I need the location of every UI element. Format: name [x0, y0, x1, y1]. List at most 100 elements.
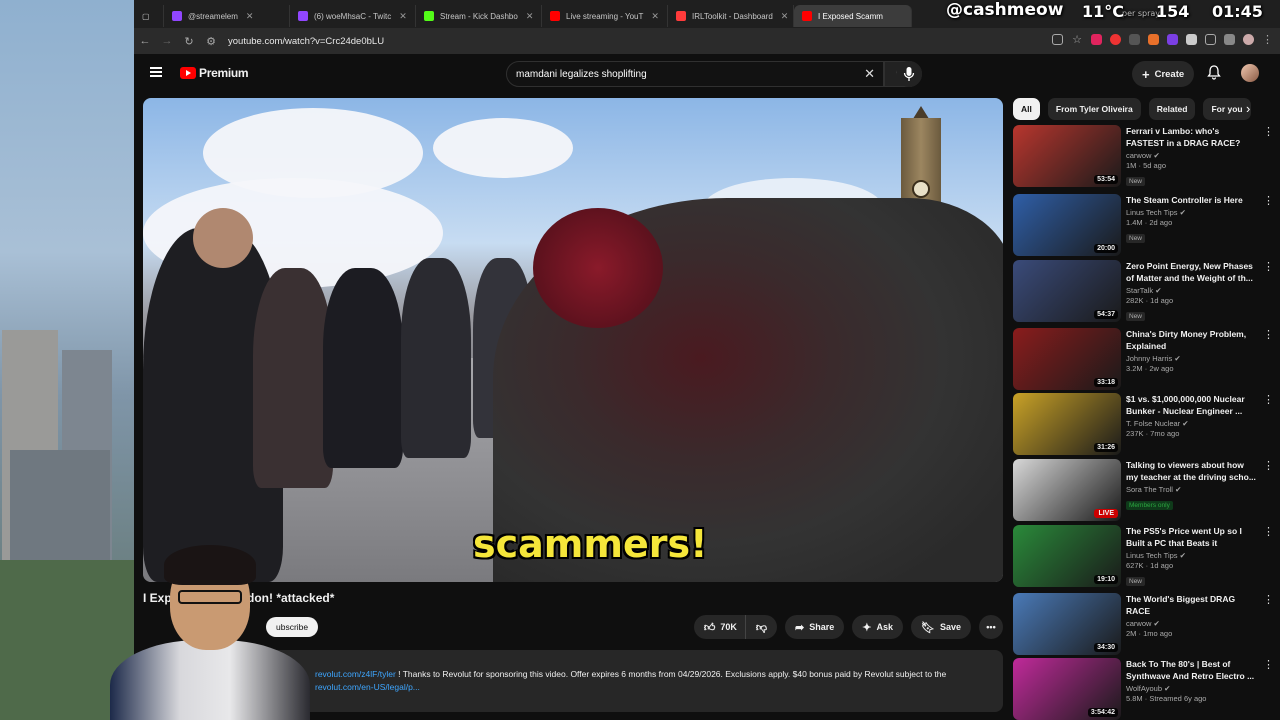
recommendation-title[interactable]: The PS5's Price went Up so I Built a PC … [1126, 525, 1257, 549]
reload-icon[interactable]: ↻ [178, 35, 200, 48]
tab-favicon [676, 11, 686, 21]
close-icon[interactable]: ✕ [651, 11, 659, 22]
more-vertical-icon[interactable]: ⋮ [1263, 658, 1274, 671]
close-icon[interactable]: ✕ [399, 11, 407, 22]
browser-tab[interactable]: (6) woeMhsaC - Twitc ✕ [290, 5, 416, 27]
recommendation-item[interactable]: LIVE Talking to viewers about how my teac… [1013, 459, 1280, 521]
puzzle-icon[interactable] [1205, 34, 1216, 45]
url-field[interactable]: youtube.com/watch?v=Crc24de0bLU [228, 36, 384, 47]
browser-tab[interactable]: @streamelem ✕ [164, 5, 290, 27]
recommendation-item[interactable]: 54:37 Zero Point Energy, New Phases of Ma… [1013, 260, 1280, 322]
more-vertical-icon[interactable]: ⋮ [1263, 194, 1274, 207]
channel-name[interactable]: Linus Tech Tips ✔︎ [1126, 208, 1257, 217]
save-button[interactable]: 🔖︎ Save [911, 615, 971, 639]
video-thumbnail[interactable]: 54:37 [1013, 260, 1121, 322]
more-vertical-icon[interactable]: ⋮ [1263, 525, 1274, 538]
recommendation-item[interactable]: 19:10 The PS5's Price went Up so I Built … [1013, 525, 1280, 587]
channel-name[interactable]: StarTalk ✔︎ [1126, 286, 1257, 295]
video-scene [193, 208, 253, 268]
recommendation-title[interactable]: $1 vs. $1,000,000,000 Nuclear Bunker - N… [1126, 393, 1257, 417]
tab-search-icon[interactable]: ▢ [134, 5, 164, 27]
search-input[interactable]: mamdani legalizes shoplifting ✕ [506, 61, 884, 87]
recommendation-item[interactable]: 3:54:42 Back To The 80's | Best of Synthw… [1013, 658, 1280, 720]
browser-tab[interactable]: IRLToolkit - Dashboard ✕ [668, 5, 794, 27]
more-vertical-icon[interactable]: ⋮ [1262, 33, 1273, 46]
video-thumbnail[interactable]: 34:30 [1013, 593, 1121, 655]
stream-handle: @cashmeow [946, 0, 1064, 20]
profile-icon[interactable] [1243, 34, 1254, 45]
channel-name[interactable]: Johnny Harris ✔︎ [1126, 354, 1257, 363]
video-thumbnail[interactable]: 3:54:42 [1013, 658, 1121, 720]
extension-icon[interactable] [1091, 34, 1102, 45]
youtube-premium-logo[interactable]: Premium [180, 66, 249, 80]
video-thumbnail[interactable]: 19:10 [1013, 525, 1121, 587]
browser-tab[interactable]: Stream - Kick Dashbo ✕ [416, 5, 542, 27]
back-icon[interactable]: ← [134, 35, 156, 47]
notifications-bell-icon[interactable] [1207, 65, 1221, 83]
close-icon[interactable]: ✕ [526, 11, 534, 22]
recommendation-title[interactable]: Back To The 80's | Best of Synthwave And… [1126, 658, 1257, 682]
extension-icon[interactable] [1129, 34, 1140, 45]
recommendation-title[interactable]: Talking to viewers about how my teacher … [1126, 459, 1257, 483]
channel-name[interactable]: Linus Tech Tips ✔︎ [1126, 551, 1257, 560]
video-player[interactable]: scammers! [143, 98, 1003, 582]
channel-name[interactable]: WolfAyoub ✔︎ [1126, 684, 1257, 693]
more-vertical-icon[interactable]: ⋮ [1263, 393, 1274, 406]
dislike-button[interactable]: 👎︎ [744, 615, 778, 639]
browser-tab[interactable]: Live streaming - YouT ✕ [542, 5, 668, 27]
extension-icon[interactable] [1186, 34, 1197, 45]
video-thumbnail[interactable]: 31:26 [1013, 393, 1121, 455]
install-icon[interactable] [1052, 34, 1063, 45]
clear-search-icon[interactable]: ✕ [864, 66, 875, 82]
voice-search-button[interactable] [896, 61, 922, 87]
media-control-icon[interactable] [1224, 34, 1235, 45]
chip-from-channel[interactable]: From Tyler Oliveira [1047, 98, 1141, 120]
recommendation-item[interactable]: 53:54 Ferrari v Lambo: who's FASTEST in a… [1013, 125, 1280, 187]
create-button[interactable]: + Create [1132, 61, 1195, 87]
recommendation-title[interactable]: The World's Biggest DRAG RACE [1126, 593, 1257, 617]
more-actions-button[interactable]: ••• [979, 615, 1003, 639]
video-thumbnail[interactable]: LIVE [1013, 459, 1121, 521]
extension-icon[interactable] [1167, 34, 1178, 45]
bookmark-star-icon[interactable]: ☆ [1071, 33, 1083, 46]
more-vertical-icon[interactable]: ⋮ [1263, 459, 1274, 472]
video-thumbnail[interactable]: 20:00 [1013, 194, 1121, 256]
extension-icon[interactable] [1110, 34, 1121, 45]
video-thumbnail[interactable]: 53:54 [1013, 125, 1121, 187]
more-vertical-icon[interactable]: ⋮ [1263, 260, 1274, 273]
chip-all[interactable]: All [1013, 98, 1040, 120]
site-info-icon[interactable]: ⚙ [200, 35, 222, 48]
hamburger-menu-icon[interactable] [150, 67, 162, 77]
recommendation-title[interactable]: Zero Point Energy, New Phases of Matter … [1126, 260, 1257, 284]
channel-name[interactable]: carwow ✔︎ [1126, 619, 1257, 628]
channel-name[interactable]: T. Folse Nuclear ✔︎ [1126, 419, 1257, 428]
chevron-right-icon[interactable]: › [1246, 101, 1250, 116]
recommendation-meta: Ferrari v Lambo: who's FASTEST in a DRAG… [1121, 125, 1257, 187]
account-avatar[interactable] [1241, 64, 1259, 82]
verified-icon: ✔︎ [1182, 419, 1189, 428]
more-vertical-icon[interactable]: ⋮ [1263, 593, 1274, 606]
close-icon[interactable]: ✕ [781, 11, 789, 22]
recommendation-title[interactable]: China's Dirty Money Problem, Explained [1126, 328, 1257, 352]
recommendation-title[interactable]: Ferrari v Lambo: who's FASTEST in a DRAG… [1126, 125, 1257, 149]
share-button[interactable]: ➦ Share [785, 615, 845, 639]
chip-related[interactable]: Related [1148, 98, 1196, 120]
recommendation-item[interactable]: 20:00 The Steam Controller is Here Linus T… [1013, 194, 1280, 256]
recommendation-item[interactable]: 34:30 The World's Biggest DRAG RACE carwow… [1013, 593, 1280, 655]
browser-tab-active[interactable]: I Exposed Scamm [794, 5, 912, 27]
ask-button[interactable]: ✦ Ask [852, 615, 903, 639]
like-button[interactable]: 👍︎ 70K [693, 615, 745, 639]
channel-name[interactable]: Sora The Troll ✔︎ [1126, 485, 1257, 494]
recommendation-title[interactable]: The Steam Controller is Here [1126, 194, 1257, 206]
recommendation-item[interactable]: 31:26 $1 vs. $1,000,000,000 Nuclear Bunke… [1013, 393, 1280, 455]
recommendation-item[interactable]: 33:18 China's Dirty Money Problem, Explai… [1013, 328, 1280, 390]
channel-name[interactable]: carwow ✔︎ [1126, 151, 1257, 160]
recommendation-meta: The Steam Controller is Here Linus Tech T… [1121, 194, 1257, 256]
close-icon[interactable]: ✕ [246, 11, 254, 22]
chip-for-you[interactable]: For you [1203, 98, 1251, 120]
more-vertical-icon[interactable]: ⋮ [1263, 125, 1274, 138]
video-thumbnail[interactable]: 33:18 [1013, 328, 1121, 390]
forward-icon[interactable]: → [156, 35, 178, 47]
more-vertical-icon[interactable]: ⋮ [1263, 328, 1274, 341]
extension-icon[interactable] [1148, 34, 1159, 45]
